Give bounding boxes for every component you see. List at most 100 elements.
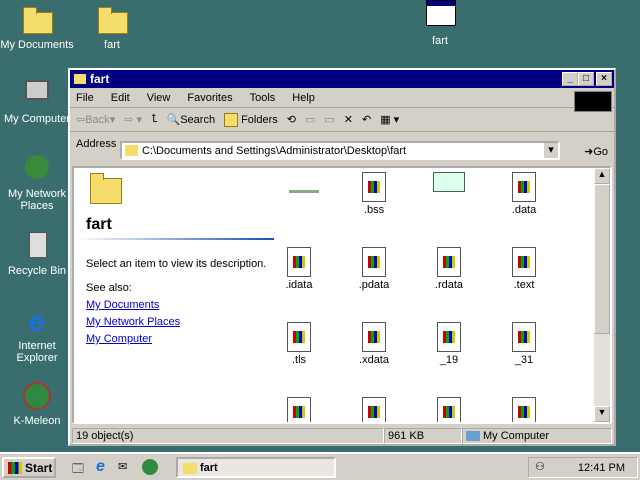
folders-icon [224,112,239,127]
outlook-icon[interactable]: ✉ [118,460,127,473]
maximize-button[interactable]: □ [578,72,594,86]
move-to-button[interactable]: ▭ [305,113,315,126]
k-meleon-icon[interactable] [142,459,158,475]
search-button[interactable]: 🔍 Search [166,113,216,127]
file-icon [512,247,536,277]
clock[interactable]: 12:41 PM [578,462,625,474]
file-item[interactable]: _19 [419,322,479,366]
search-icon: 🔍 [166,114,181,126]
file-icon [287,322,311,352]
file-icon [362,397,386,422]
views-button[interactable]: ▦ ▾ [380,113,399,126]
desktop-icon-network-places[interactable]: My Network Places [0,153,77,212]
file-icon [437,322,461,352]
up-folder-button[interactable]: ⮤ [151,113,158,126]
close-button[interactable]: × [596,72,612,86]
history-button[interactable]: ⟲ [287,113,296,126]
menu-bar: File Edit View Favorites Tools Help [70,88,614,108]
back-button[interactable]: ⇦ Back ▾ [76,113,115,127]
folder-icon [74,74,86,84]
start-button[interactable]: Start [2,457,56,478]
computer-icon [25,80,49,100]
file-item[interactable]: .text [494,247,554,291]
image-file-icon[interactable] [433,172,465,192]
file-icon [362,172,386,202]
link-my-documents[interactable]: My Documents [86,299,159,311]
file-item[interactable] [494,397,554,422]
file-icon [287,397,311,422]
desktop-icon-internet-explorer[interactable]: e Internet Explorer [0,305,77,364]
folder-icon [98,7,128,34]
desktop-icon-recycle-bin[interactable]: Recycle Bin [0,230,77,277]
file-item[interactable]: .pdata [344,247,404,291]
menu-favorites[interactable]: Favorites [187,92,232,104]
menu-view[interactable]: View [147,92,171,104]
k-meleon-icon [23,382,51,410]
folder-icon [183,463,197,474]
desktop-icon-k-meleon[interactable]: K-Meleon [0,380,77,427]
menu-edit[interactable]: Edit [111,92,130,104]
file-item[interactable]: .bss [344,172,404,216]
file-item[interactable] [269,397,329,422]
folder-icon [23,7,53,34]
address-dropdown-button[interactable]: ▾ [544,143,558,158]
copy-to-button[interactable]: ▭ [324,113,334,126]
taskbar: Start 🗔 e ✉ fart ⚇ 12:41 PM [0,452,640,480]
back-arrow-icon: ⇦ [76,114,86,126]
forward-button[interactable]: ⇨ ▾ [124,113,142,126]
folder-banner-icon [86,170,196,210]
undo-button[interactable]: ↶ [362,113,371,126]
link-my-network-places[interactable]: My Network Places [86,316,180,328]
minimize-button[interactable]: _ [562,72,578,86]
file-icon [512,172,536,202]
delete-button[interactable]: ✕ [344,113,353,126]
network-icon [25,155,49,179]
description-prompt: Select an item to view its description. [86,258,267,270]
file-view: fart Select an item to view its descript… [72,166,612,424]
explorer-window: fart _ □ × File Edit View Favorites Tool… [68,68,616,446]
scroll-up-button[interactable]: ▲ [594,168,610,184]
file-item[interactable] [419,397,479,422]
file-item[interactable]: .tls [269,322,329,366]
menu-help[interactable]: Help [292,92,315,104]
desktop-icon-fart-window[interactable]: fart [400,0,480,47]
status-size: 961 KB [384,428,462,444]
folder-icon [125,145,138,156]
status-bar: 19 object(s) 961 KB My Computer [72,428,612,444]
file-item[interactable]: _31 [494,322,554,366]
internet-explorer-icon[interactable]: e [96,458,105,476]
taskbar-button-fart[interactable]: fart [176,457,336,478]
file-icon [437,247,461,277]
menu-tools[interactable]: Tools [250,92,276,104]
menu-file[interactable]: File [76,92,94,104]
file-item[interactable]: .data [494,172,554,216]
internet-explorer-icon: e [28,305,46,338]
windows-flag-icon [8,461,22,474]
folder-heading: fart [86,216,112,233]
file-icon [362,322,386,352]
desktop-icon-my-computer[interactable]: My Computer [0,78,77,125]
file-item[interactable]: .idata [269,247,329,291]
folders-button[interactable]: Folders [224,112,278,127]
recycle-bin-icon [29,232,47,258]
file-icon [287,247,311,277]
scroll-thumb[interactable] [594,184,610,334]
file-icon [362,247,386,277]
file-item[interactable] [344,397,404,422]
desktop-icon-my-documents[interactable]: My Documents [0,4,77,51]
go-button[interactable]: ➜Go [584,145,608,158]
scroll-down-button[interactable]: ▼ [594,406,610,422]
window-title: fart [90,72,110,86]
network-tray-icon[interactable]: ⚇ [535,460,545,473]
link-my-computer[interactable]: My Computer [86,333,152,345]
show-desktop-icon[interactable]: 🗔 [72,460,84,479]
address-input[interactable]: C:\Documents and Settings\Administrator\… [120,141,560,160]
file-item[interactable]: .xdata [344,322,404,366]
computer-icon [466,431,480,441]
partial-file-icon[interactable] [289,190,319,193]
vertical-scrollbar[interactable]: ▲ ▼ [594,168,610,422]
status-zone: My Computer [462,428,612,444]
title-bar: fart _ □ × [70,70,614,88]
desktop-icon-fart-folder[interactable]: fart [72,4,152,51]
file-item[interactable]: .rdata [419,247,479,291]
